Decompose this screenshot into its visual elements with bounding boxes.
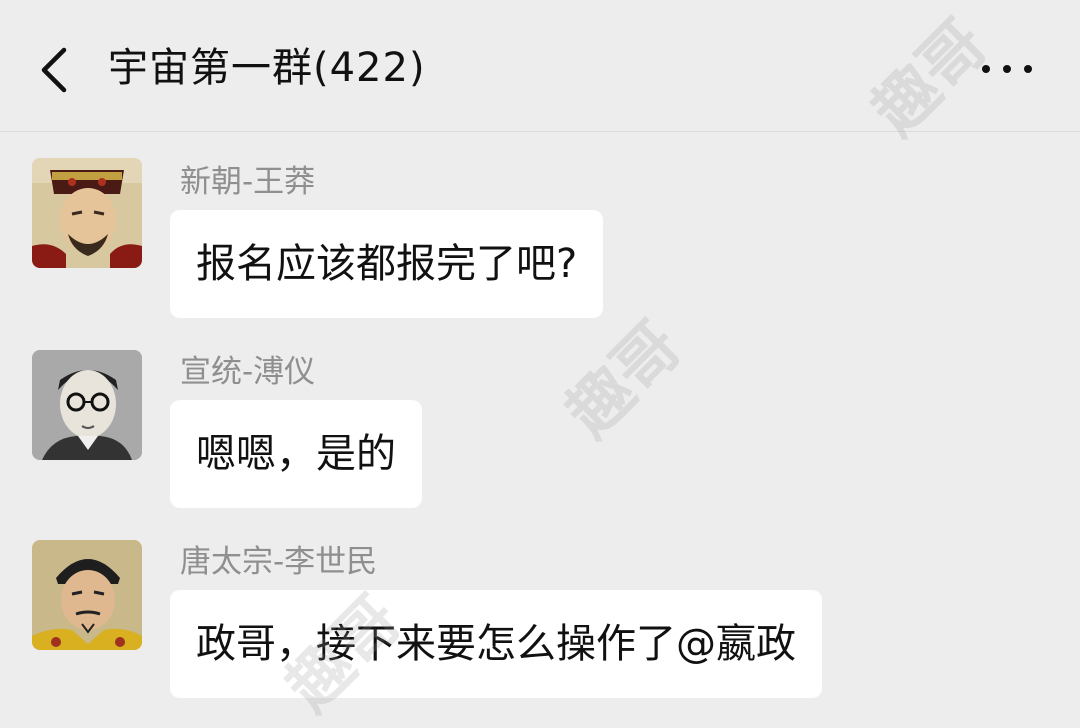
message-bubble[interactable]: 报名应该都报完了吧? <box>170 210 604 318</box>
watermark: 趣哥 <box>552 308 696 452</box>
sender-name: 新朝-王莽 <box>180 164 316 200</box>
sender-name: 宣统-溥仪 <box>180 354 316 390</box>
chat-header: 宇宙第一群(422) <box>0 0 1080 132</box>
chat-title: 宇宙第一群(422) <box>108 45 426 91</box>
avatar-wang-mang[interactable] <box>32 158 142 268</box>
avatar-li-shimin[interactable] <box>32 540 142 650</box>
portrait-puyi <box>32 350 142 460</box>
sender-name: 唐太宗-李世民 <box>180 544 378 580</box>
portrait-li-shimin <box>32 540 142 650</box>
message-bubble[interactable]: 嗯嗯，是的 <box>170 400 422 508</box>
more-button[interactable] <box>972 50 1042 86</box>
chevron-left-icon <box>41 47 67 93</box>
more-dots-icon <box>982 65 990 73</box>
message-bubble[interactable]: 政哥，接下来要怎么操作了@嬴政 <box>170 590 822 698</box>
avatar-puyi[interactable] <box>32 350 142 460</box>
back-button[interactable] <box>30 38 80 98</box>
portrait-wang-mang <box>32 158 142 268</box>
